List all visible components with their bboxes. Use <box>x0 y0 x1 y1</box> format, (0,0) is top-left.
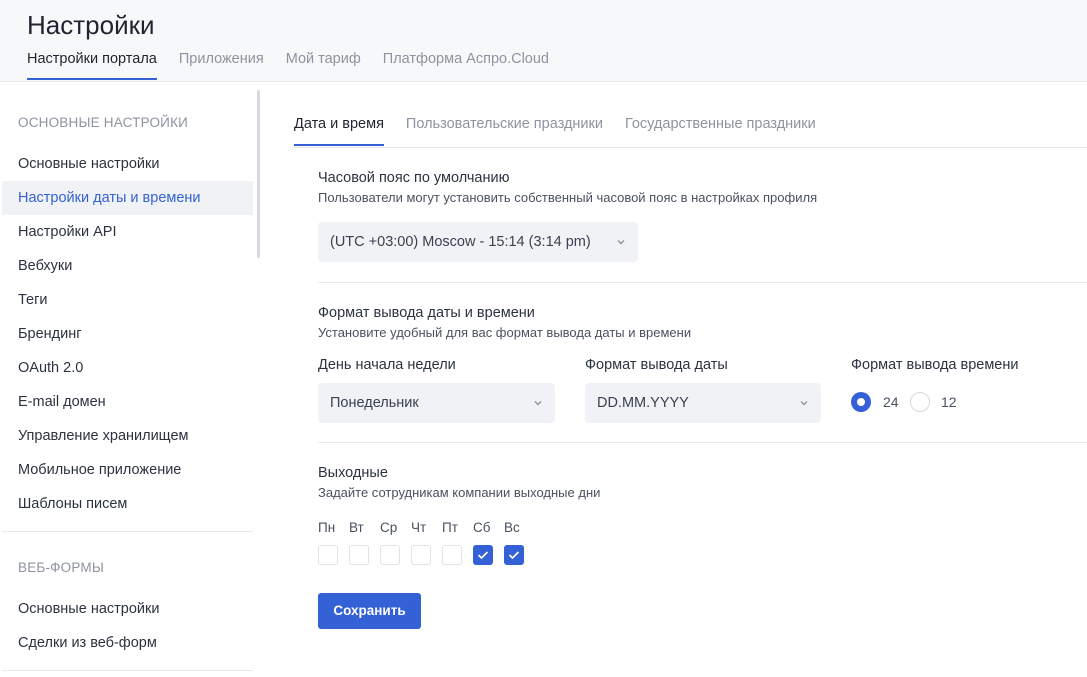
section-divider <box>318 442 1087 443</box>
day-checkbox-sat[interactable] <box>473 545 493 565</box>
sidebar-item-mobile-app[interactable]: Мобильное приложение <box>2 453 253 487</box>
sidebar-item-email-domain[interactable]: E-mail домен <box>2 385 253 419</box>
chevron-down-icon <box>800 401 808 406</box>
timezone-title: Часовой пояс по умолчанию <box>318 170 510 186</box>
tab-aspro-cloud-platform[interactable]: Платформа Аспро.Cloud <box>383 51 549 80</box>
sidebar-scrollbar[interactable] <box>257 90 260 258</box>
day-label-tue: Вт <box>349 520 364 535</box>
date-format-select[interactable]: DD.MM.YYYY <box>585 383 821 423</box>
tab-date-time[interactable]: Дата и время <box>294 116 384 146</box>
time-format-12-label: 12 <box>941 394 957 410</box>
tab-my-plan[interactable]: Мой тариф <box>286 51 361 80</box>
chevron-down-icon <box>617 240 625 245</box>
timezone-select-value: (UTC +03:00) Moscow - 15:14 (3:14 pm) <box>330 234 591 250</box>
sidebar-item-webhooks[interactable]: Вебхуки <box>2 249 253 283</box>
sidebar-item-webform-deals[interactable]: Сделки из веб-форм <box>2 626 253 660</box>
tabs-divider <box>294 147 1087 148</box>
time-format-24-label: 24 <box>883 394 899 410</box>
sidebar-heading-webforms: Веб-формы <box>18 560 104 575</box>
sidebar: Основные настройки Основные настройки На… <box>0 90 260 677</box>
tab-applications[interactable]: Приложения <box>179 51 264 80</box>
day-label-thu: Чт <box>411 520 427 535</box>
day-label-sun: Вс <box>504 520 520 535</box>
time-format-24-radio[interactable] <box>851 392 871 412</box>
tab-portal-settings[interactable]: Настройки портала <box>27 51 157 80</box>
sidebar-divider <box>2 670 253 671</box>
tab-custom-holidays[interactable]: Пользовательские праздники <box>406 116 603 146</box>
check-icon <box>477 551 489 560</box>
week-start-label: День начала недели <box>318 357 456 373</box>
tab-state-holidays[interactable]: Государственные праздники <box>625 116 816 146</box>
page-title: Настройки <box>27 10 155 40</box>
sidebar-divider <box>2 531 253 532</box>
sidebar-item-storage[interactable]: Управление хранилищем <box>2 419 253 453</box>
day-label-wed: Ср <box>380 520 398 535</box>
day-label-sat: Сб <box>473 520 491 535</box>
sidebar-item-branding[interactable]: Брендинг <box>2 317 253 351</box>
check-icon <box>508 551 520 560</box>
sidebar-item-main-settings[interactable]: Основные настройки <box>2 147 253 181</box>
format-subtitle: Установите удобный для вас формат вывода… <box>318 325 692 340</box>
sidebar-item-api[interactable]: Настройки API <box>2 215 253 249</box>
section-divider <box>318 282 1087 283</box>
week-start-select-value: Понедельник <box>330 395 419 411</box>
day-checkbox-mon[interactable] <box>318 545 338 565</box>
day-checkbox-sun[interactable] <box>504 545 524 565</box>
format-title: Формат вывода даты и времени <box>318 305 535 321</box>
timezone-subtitle: Пользователи могут установить собственны… <box>318 190 818 205</box>
day-checkbox-thu[interactable] <box>411 545 431 565</box>
weekends-title: Выходные <box>318 465 388 481</box>
day-checkbox-fri[interactable] <box>442 545 462 565</box>
sidebar-item-date-time[interactable]: Настройки даты и времени <box>2 181 253 215</box>
week-start-select[interactable]: Понедельник <box>318 383 555 423</box>
day-label-fri: Пт <box>442 520 458 535</box>
top-tabs: Настройки портала Приложения Мой тариф П… <box>27 51 571 80</box>
save-button[interactable]: Сохранить <box>318 593 421 629</box>
day-checkbox-tue[interactable] <box>349 545 369 565</box>
time-format-12-radio[interactable] <box>910 392 930 412</box>
date-format-label: Формат вывода даты <box>585 357 728 373</box>
day-checkbox-wed[interactable] <box>380 545 400 565</box>
sidebar-item-tags[interactable]: Теги <box>2 283 253 317</box>
sidebar-item-email-templates[interactable]: Шаблоны писем <box>2 487 253 521</box>
weekends-subtitle: Задайте сотрудникам компании выходные дн… <box>318 485 601 500</box>
sidebar-heading-main: Основные настройки <box>18 115 189 130</box>
main-content: Дата и время Пользовательские праздники … <box>294 90 1087 677</box>
day-label-mon: Пн <box>318 520 336 535</box>
sub-tabs: Дата и время Пользовательские праздники … <box>294 116 838 146</box>
page-header: Настройки Настройки портала Приложения М… <box>0 0 1087 82</box>
time-format-label: Формат вывода времени <box>851 357 1019 373</box>
chevron-down-icon <box>534 401 542 406</box>
sidebar-item-oauth[interactable]: OAuth 2.0 <box>2 351 253 385</box>
timezone-select[interactable]: (UTC +03:00) Moscow - 15:14 (3:14 pm) <box>318 222 638 262</box>
sidebar-item-webforms-main[interactable]: Основные настройки <box>2 592 253 626</box>
date-format-select-value: DD.MM.YYYY <box>597 395 689 411</box>
